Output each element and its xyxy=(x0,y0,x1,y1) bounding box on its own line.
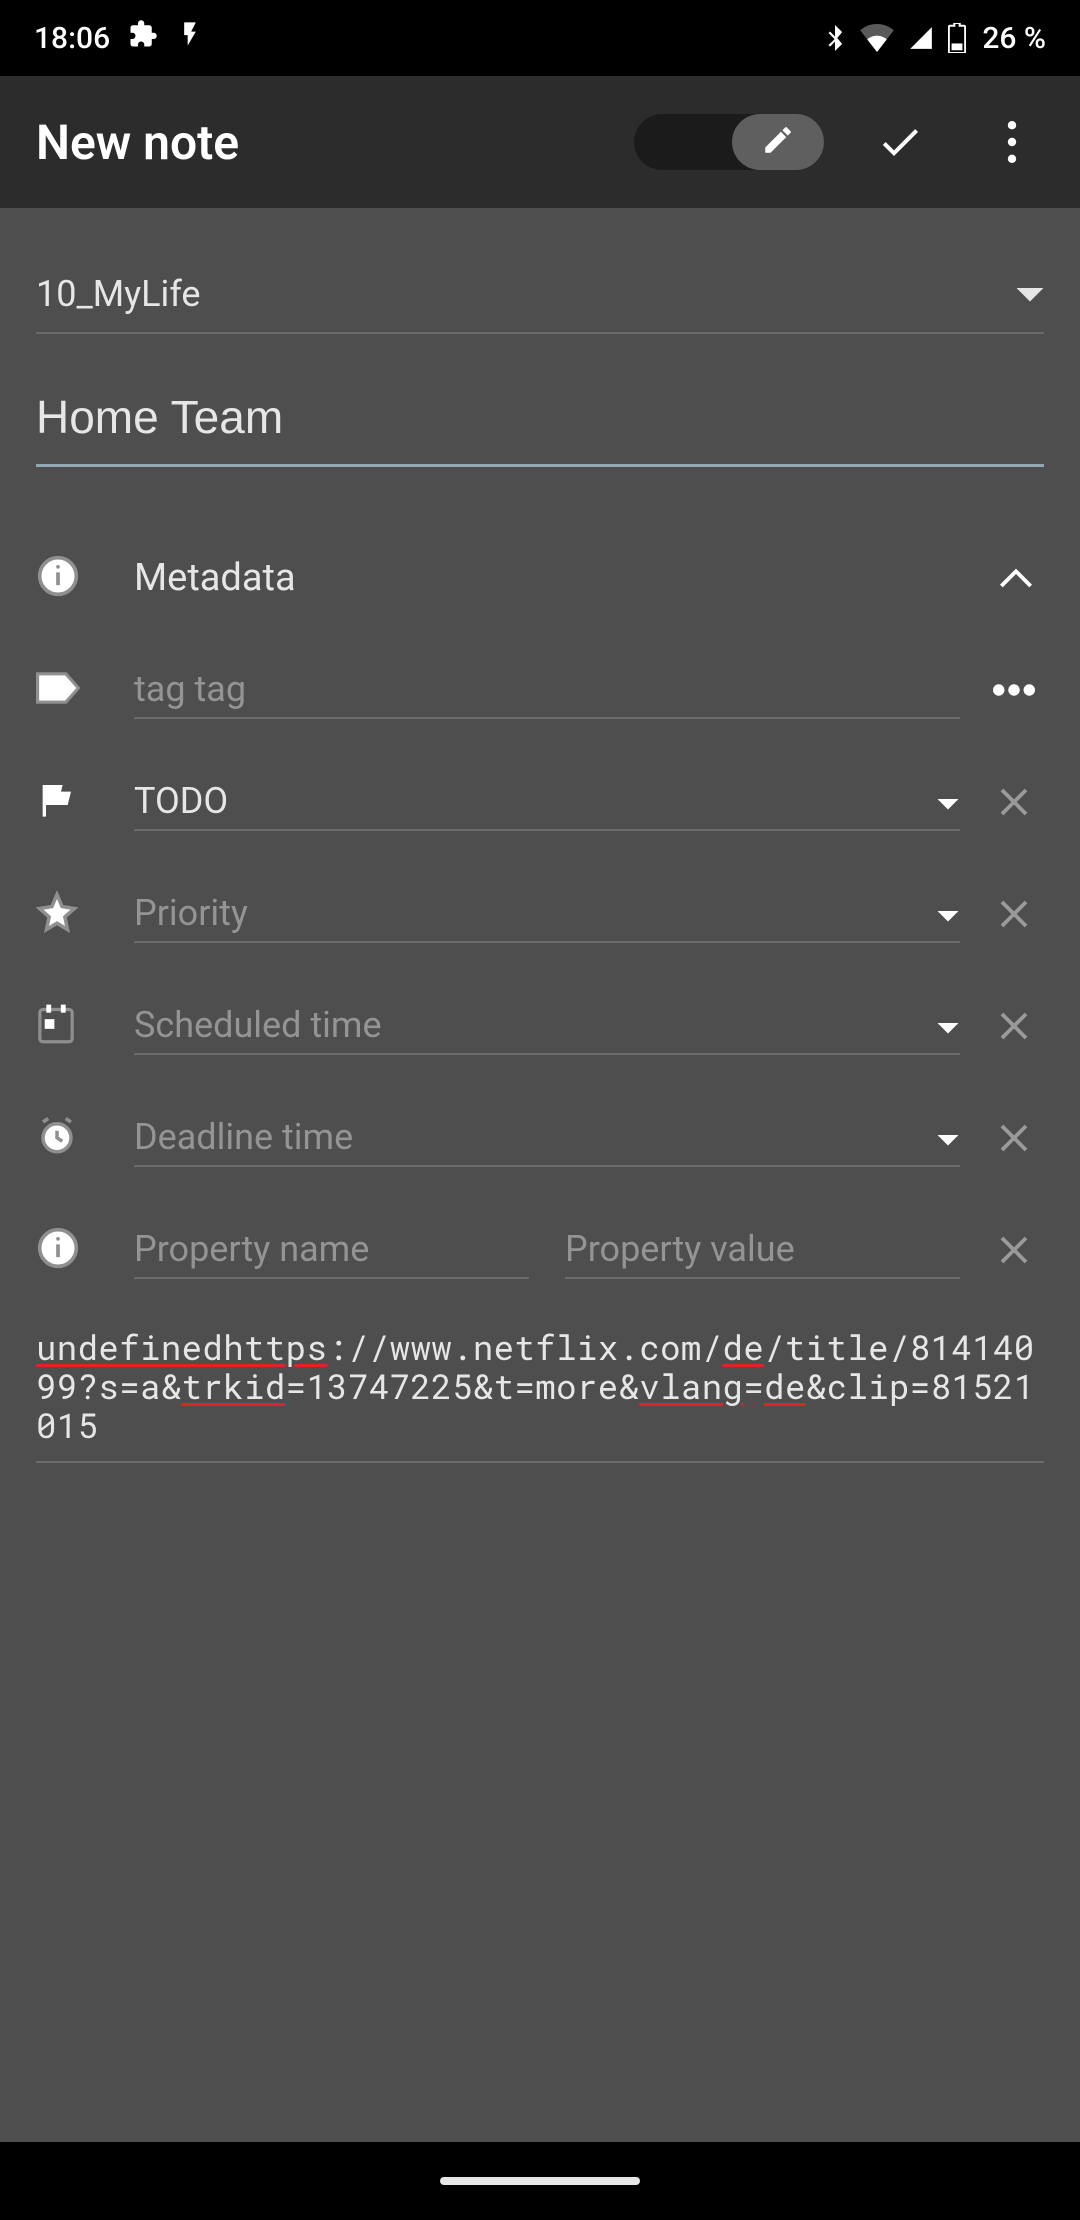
clear-property-button[interactable] xyxy=(984,1220,1044,1280)
dropdown-arrow-icon xyxy=(1016,273,1044,315)
deadline-select[interactable]: Deadline time xyxy=(134,1109,960,1167)
confirm-button[interactable] xyxy=(864,106,936,178)
content-area: 10_MyLife Metadata tag tag xyxy=(0,208,1080,2142)
collapse-metadata-button[interactable] xyxy=(988,568,1044,588)
alarm-icon xyxy=(36,1115,78,1161)
clear-scheduled-button[interactable] xyxy=(984,996,1044,1056)
priority-placeholder: Priority xyxy=(134,892,248,934)
note-body-input[interactable]: undefinedhttps://www.netflix.com/de/titl… xyxy=(36,1329,1044,1463)
star-icon xyxy=(36,891,78,937)
flag-icon xyxy=(36,780,76,824)
gesture-nav-bar[interactable] xyxy=(0,2142,1080,2220)
tags-input[interactable]: tag tag xyxy=(134,661,960,719)
note-title-input[interactable] xyxy=(36,390,1044,467)
status-time: 18:06 xyxy=(34,21,110,56)
state-row: TODO xyxy=(36,763,1044,841)
scheduled-placeholder: Scheduled time xyxy=(134,1004,382,1046)
toolbar: New note xyxy=(0,76,1080,208)
bolt-icon xyxy=(176,20,204,56)
home-indicator xyxy=(440,2177,640,2185)
property-row: Property name Property value xyxy=(36,1211,1044,1289)
overflow-menu-button[interactable] xyxy=(976,106,1048,178)
property-value-placeholder: Property value xyxy=(565,1228,795,1270)
property-value-input[interactable]: Property value xyxy=(565,1221,960,1279)
edit-mode-toggle[interactable] xyxy=(634,114,824,170)
tags-more-button[interactable] xyxy=(984,660,1044,720)
state-value: TODO xyxy=(134,780,228,822)
pencil-icon xyxy=(761,123,795,161)
tag-icon xyxy=(36,670,80,710)
calendar-icon xyxy=(36,1003,76,1049)
signal-icon xyxy=(906,25,936,51)
state-select[interactable]: TODO xyxy=(134,773,960,831)
notebook-select[interactable]: 10_MyLife xyxy=(36,256,1044,334)
tags-row: tag tag xyxy=(36,651,1044,729)
deadline-row: Deadline time xyxy=(36,1099,1044,1177)
dropdown-arrow-icon xyxy=(936,780,960,822)
property-name-input[interactable]: Property name xyxy=(134,1221,529,1279)
info-icon xyxy=(36,554,80,602)
scheduled-select[interactable]: Scheduled time xyxy=(134,997,960,1055)
status-bar: 18:06 26 % xyxy=(0,0,1080,76)
info-icon xyxy=(36,1226,80,1274)
puzzle-icon xyxy=(128,19,158,57)
priority-row: Priority xyxy=(36,875,1044,953)
dropdown-arrow-icon xyxy=(936,1004,960,1046)
tags-placeholder: tag tag xyxy=(134,668,246,710)
wifi-icon xyxy=(860,24,894,52)
battery-icon xyxy=(948,23,966,53)
dropdown-arrow-icon xyxy=(936,1116,960,1158)
metadata-label: Metadata xyxy=(96,556,988,600)
property-name-placeholder: Property name xyxy=(134,1228,369,1270)
deadline-placeholder: Deadline time xyxy=(134,1116,353,1158)
battery-percent: 26 % xyxy=(982,21,1046,56)
clear-priority-button[interactable] xyxy=(984,884,1044,944)
clear-state-button[interactable] xyxy=(984,772,1044,832)
bluetooth-icon xyxy=(822,25,848,51)
notebook-selected-label: 10_MyLife xyxy=(36,273,201,315)
metadata-header[interactable]: Metadata xyxy=(36,539,1044,617)
scheduled-row: Scheduled time xyxy=(36,987,1044,1065)
page-title: New note xyxy=(36,114,614,171)
dropdown-arrow-icon xyxy=(936,892,960,934)
clear-deadline-button[interactable] xyxy=(984,1108,1044,1168)
priority-select[interactable]: Priority xyxy=(134,885,960,943)
